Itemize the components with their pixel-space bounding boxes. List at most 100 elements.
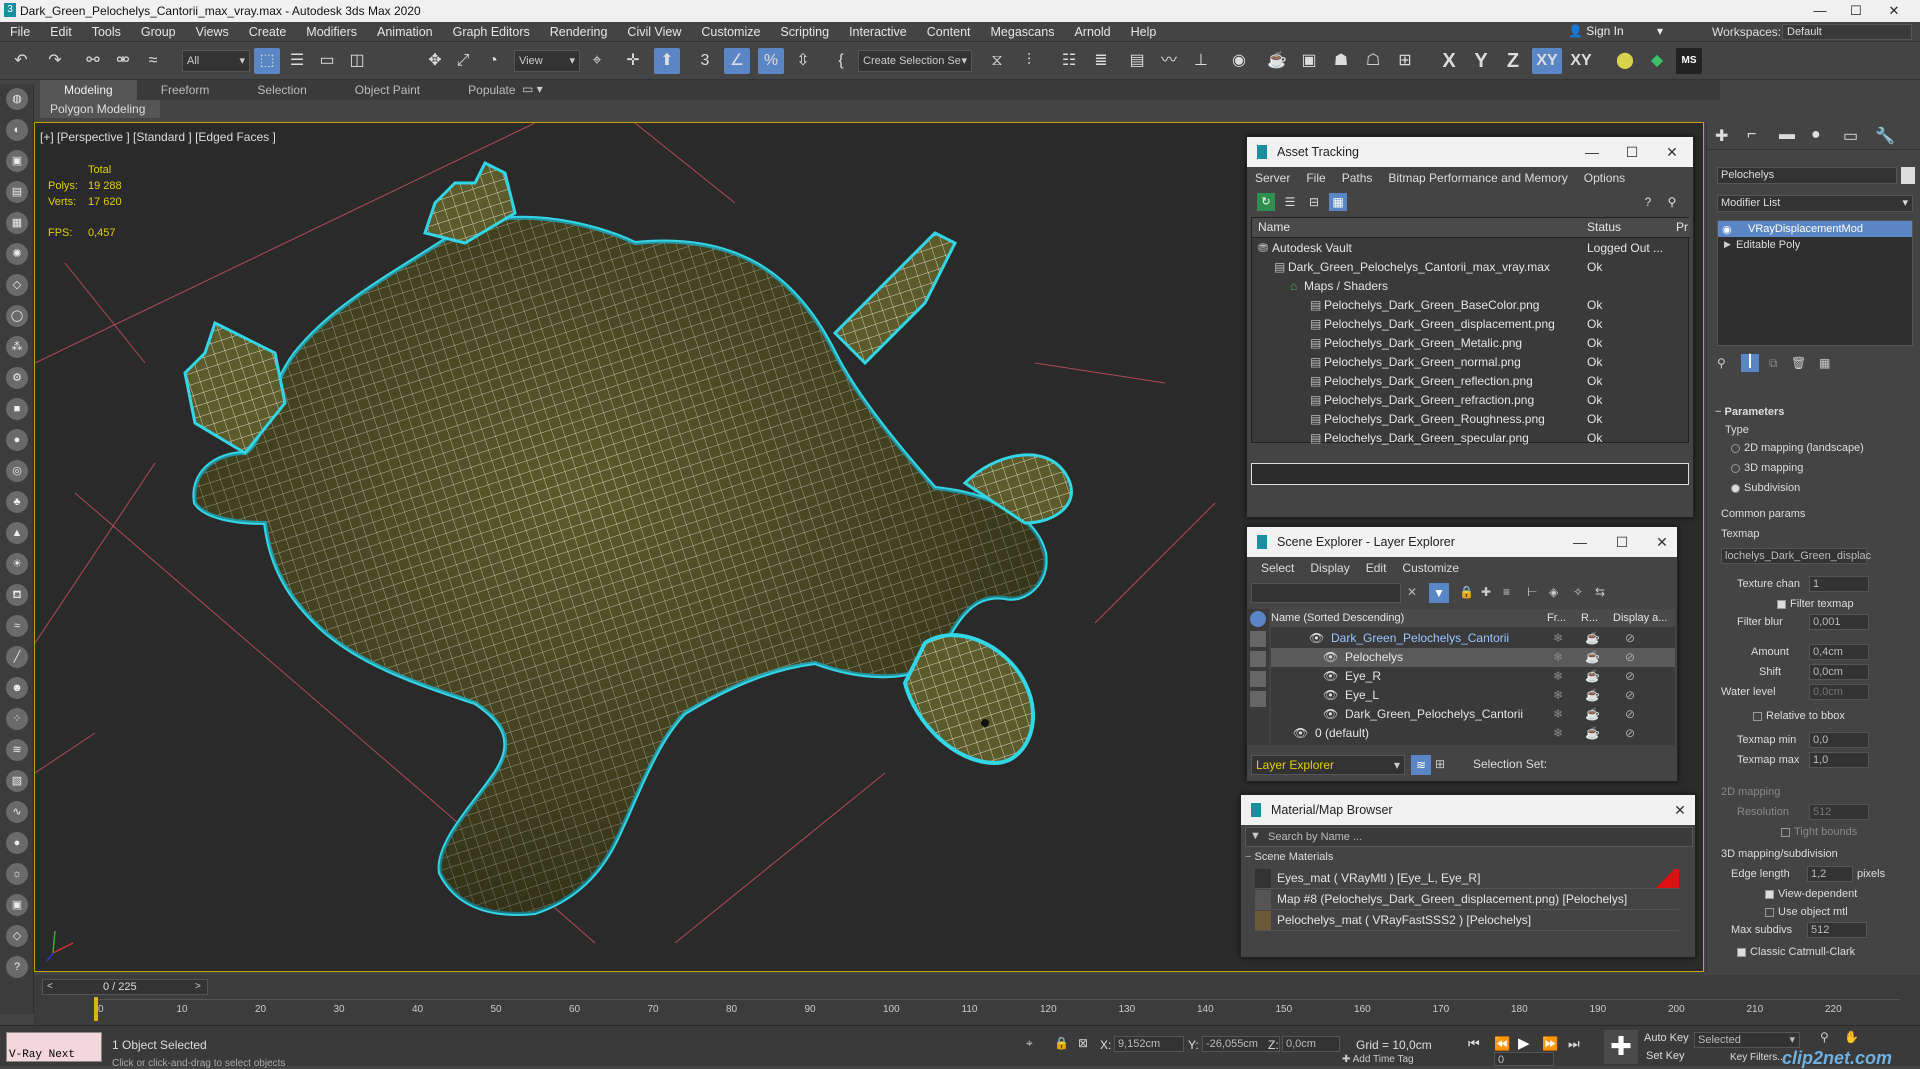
selection-set-toggle-icon[interactable]: ⊞ — [1435, 757, 1445, 771]
grid-icon[interactable]: ▦ — [6, 212, 28, 234]
material-item[interactable]: Eyes_mat ( VRayMtl ) [Eye_L, Eye_R] — [1255, 869, 1679, 889]
clear-search-icon[interactable]: ✕ — [1407, 585, 1417, 599]
cone-icon[interactable]: ▲ — [6, 522, 28, 544]
rect-select-icon[interactable]: ▭ — [314, 48, 340, 74]
menu-animation[interactable]: Animation — [367, 22, 443, 42]
scene-menu-select[interactable]: Select — [1253, 561, 1302, 575]
modify-tab-icon[interactable]: ⌐ — [1747, 126, 1756, 144]
menu-views[interactable]: Views — [186, 22, 239, 42]
renderable-icon[interactable]: ☕ — [1585, 667, 1600, 686]
render-cloud-icon[interactable]: ⊞ — [1392, 48, 1418, 74]
helper-icon[interactable]: ◇ — [6, 274, 28, 296]
texmap-min-spinner[interactable]: 0,0 — [1809, 732, 1869, 748]
texmap-button[interactable]: lochelys_Dark_Green_displac — [1721, 548, 1871, 564]
renderable-icon[interactable]: ☕ — [1585, 705, 1600, 724]
minimize-button[interactable]: — — [1565, 527, 1595, 557]
tight-bounds-checkbox[interactable]: Tight bounds — [1781, 826, 1857, 838]
use-object-mtl-checkbox[interactable]: Use object mtl — [1765, 906, 1848, 918]
asset-menu-server[interactable]: Server — [1247, 171, 1298, 185]
col-freeze[interactable]: Fr... — [1547, 609, 1566, 627]
timeline-ruler[interactable]: 0 10 20 30 40 50 60 70 80 90 100 110 120 130 140 150 160… — [94, 999, 1900, 1023]
pin-stack-icon[interactable]: ⚲ — [1717, 356, 1726, 370]
asset-row[interactable]: ▤ Pelochelys_Dark_Green_specular.png Ok — [1252, 429, 1690, 448]
spinner-snap-icon[interactable]: ⇳ — [790, 48, 816, 74]
shape-icon[interactable]: ◯ — [6, 305, 28, 327]
asset-row[interactable]: ▤ Pelochelys_Dark_Green_refraction.png Ok — [1252, 391, 1690, 410]
cloth-icon[interactable]: ▧ — [6, 770, 28, 792]
fluid-icon[interactable]: ∿ — [6, 801, 28, 823]
scene-explorer-titlebar[interactable]: Scene Explorer - Layer Explorer — ☐ ✕ — [1247, 527, 1677, 557]
x-coordinate-field[interactable]: 9,152cm — [1114, 1036, 1184, 1052]
named-selection-sets-select[interactable]: Create Selection Se ▾ — [858, 50, 972, 72]
utilities-tab-icon[interactable]: 🔧 — [1875, 126, 1895, 146]
menu-group[interactable]: Group — [131, 22, 186, 42]
scene-row[interactable]: 👁 Dark_Green_Pelochelys_Cantorii ❄ ☕ ⊘ — [1271, 629, 1675, 648]
ribbon-tab-modeling[interactable]: Modeling — [40, 80, 137, 100]
unlink-icon[interactable]: ⚮ — [110, 48, 136, 74]
asset-tracking-titlebar[interactable]: Asset Tracking — ☐ ✕ — [1247, 137, 1693, 167]
col-name[interactable]: Name (Sorted Descending) — [1271, 609, 1404, 627]
maxscript-listener[interactable]: V-Ray Next — [6, 1032, 102, 1062]
asset-row[interactable]: ▤ Pelochelys_Dark_Green_BaseColor.png Ok — [1252, 296, 1690, 315]
menu-create[interactable]: Create — [239, 22, 297, 42]
sign-in-button[interactable]: 👤 Sign In ▾ — [1568, 24, 1688, 42]
biped-icon[interactable]: ☻ — [6, 677, 28, 699]
spacewarp-icon[interactable]: ≈ — [6, 615, 28, 637]
align-icon[interactable]: ⫶ — [1016, 48, 1042, 74]
edge-length-spinner[interactable]: 1,2 — [1807, 866, 1853, 882]
visibility-icon[interactable]: 👁 — [1323, 705, 1338, 724]
torus-icon[interactable]: ◎ — [6, 460, 28, 482]
redo-icon[interactable]: ↷ — [42, 48, 68, 74]
crowd-icon[interactable]: ⁘ — [6, 708, 28, 730]
eye-icon[interactable]: ◉ — [1722, 223, 1732, 236]
z-coordinate-field[interactable]: 0,0cm — [1282, 1036, 1340, 1052]
menu-scripting[interactable]: Scripting — [770, 22, 839, 42]
select-manipulate-icon[interactable]: ✛ — [620, 48, 646, 74]
pan-icon[interactable]: ✋ — [1844, 1030, 1859, 1044]
selection-filter-select[interactable]: All ▾ — [182, 50, 250, 72]
scene-search-input[interactable] — [1251, 583, 1401, 603]
relative-to-bbox-checkbox[interactable]: Relative to bbox — [1753, 710, 1845, 722]
ribbon-tab-object-paint[interactable]: Object Paint — [331, 80, 444, 100]
sync-icon[interactable]: ⇆ — [1595, 585, 1605, 599]
prev-key-icon[interactable]: ⏪ — [1494, 1036, 1510, 1052]
asset-row[interactable]: ▤ Pelochelys_Dark_Green_Roughness.png Ok — [1252, 410, 1690, 429]
absolute-mode-icon[interactable]: ⊠ — [1078, 1036, 1088, 1050]
orbit-icon[interactable]: ◐ — [6, 119, 28, 141]
menu-edit[interactable]: Edit — [40, 22, 82, 42]
hair-icon[interactable]: ≋ — [6, 739, 28, 761]
scene-explorer-icon[interactable]: ☷ — [1056, 48, 1082, 74]
camera-icon[interactable]: ▣ — [6, 150, 28, 172]
axis-xy-cycle-button[interactable]: XY — [1566, 48, 1596, 74]
asset-menu-paths[interactable]: Paths — [1334, 171, 1381, 185]
layers-icon[interactable]: ◆ — [1644, 48, 1670, 74]
axis-z-button[interactable]: Z — [1500, 48, 1526, 74]
maximize-button[interactable]: ☐ — [1838, 0, 1874, 22]
select-object-icon[interactable]: ⬚ — [254, 48, 280, 74]
render-icon[interactable]: ▤ — [6, 181, 28, 203]
make-unique-icon[interactable]: ⧉ — [1769, 356, 1778, 371]
water-level-spinner[interactable]: 0,0cm — [1809, 684, 1869, 700]
texture-chan-spinner[interactable]: 1 — [1809, 576, 1869, 592]
ribbon-panel-label[interactable]: Polygon Modeling — [40, 100, 160, 118]
create-layer-icon[interactable]: ✚ — [1481, 585, 1491, 599]
window-crossing-icon[interactable]: ◫ — [344, 48, 370, 74]
modifier-list-select[interactable]: Modifier List ▾ — [1717, 195, 1913, 212]
material-item[interactable]: Map #8 (Pelochelys_Dark_Green_displaceme… — [1255, 890, 1679, 910]
play-icon[interactable]: ▶ — [1518, 1034, 1530, 1052]
time-slider[interactable]: < 0 / 225 > — [42, 979, 208, 995]
col-display[interactable]: Display a... — [1613, 609, 1667, 627]
current-frame-field[interactable]: 0 — [1494, 1052, 1554, 1066]
minimize-button[interactable]: — — [1577, 137, 1607, 167]
percent-snap-icon[interactable]: % — [758, 48, 784, 74]
close-button[interactable]: ✕ — [1665, 795, 1695, 825]
asset-row[interactable]: ⌂ Maps / Shaders — [1252, 277, 1690, 296]
set-key-button[interactable]: Set Key — [1646, 1050, 1685, 1062]
refresh-icon[interactable]: ↻ — [1257, 193, 1275, 211]
system-icon[interactable]: ⚙ — [6, 367, 28, 389]
visibility-icon[interactable]: 👁 — [1323, 686, 1338, 705]
keyboard-shortcut-icon[interactable]: ⬆ — [654, 48, 680, 74]
sphere-icon[interactable]: ● — [6, 429, 28, 451]
scene-row[interactable]: 👁 0 (default) ❄ ☕ ⊘ — [1271, 724, 1675, 743]
curve-editor-icon[interactable]: 〰 — [1156, 48, 1182, 74]
